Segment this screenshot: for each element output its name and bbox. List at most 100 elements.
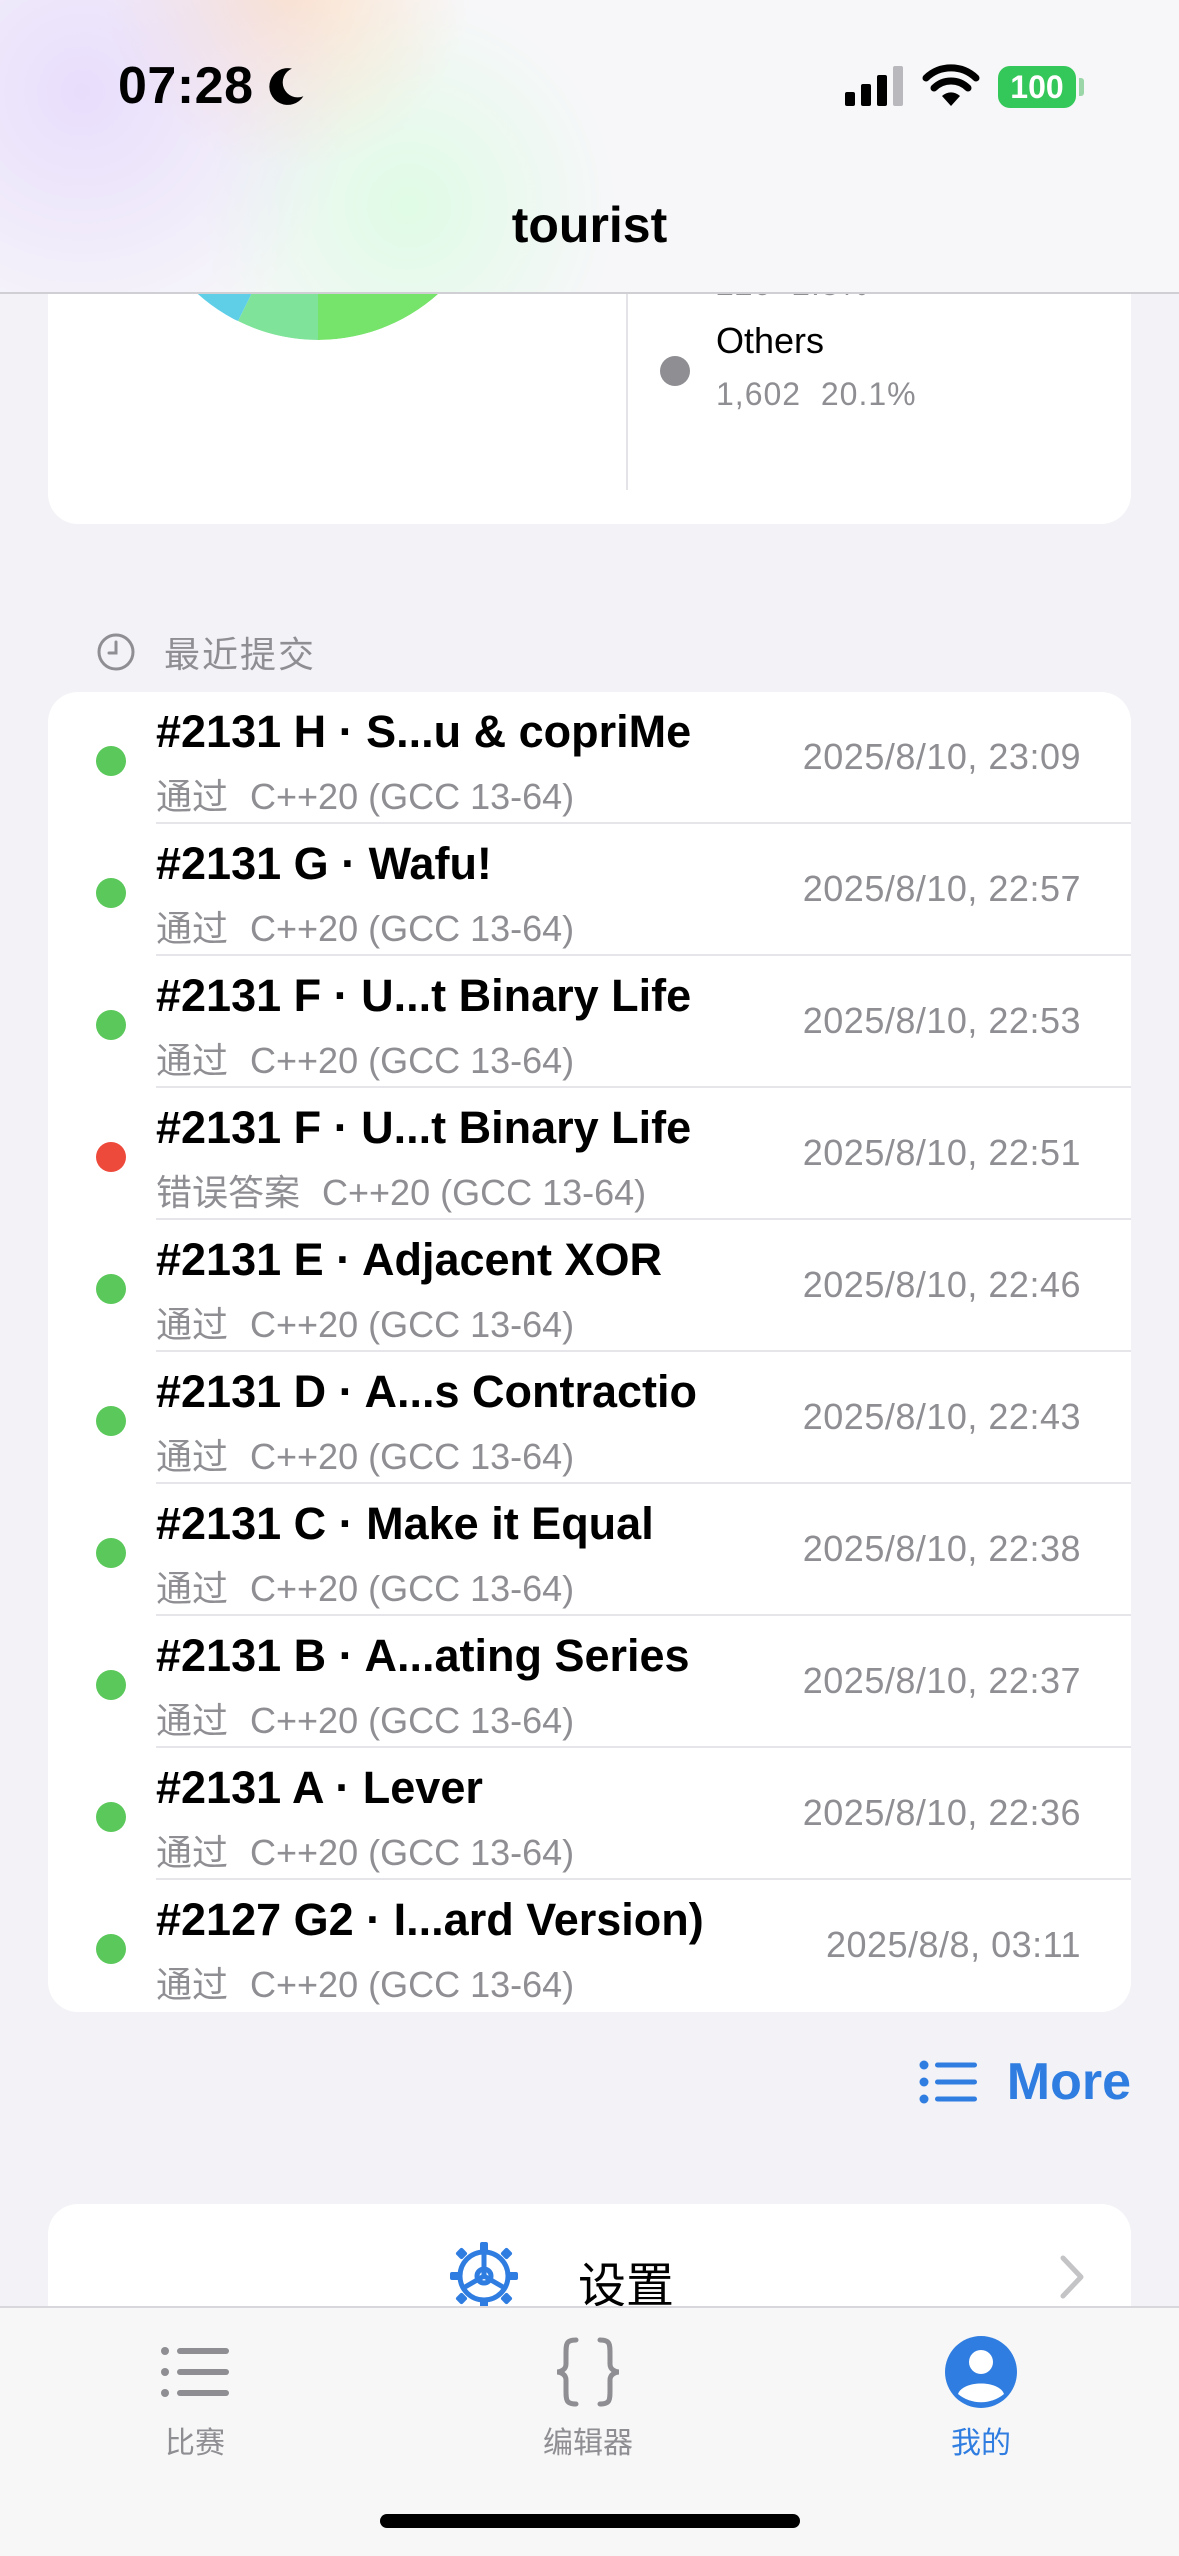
battery-nub	[1079, 78, 1084, 96]
list-icon	[161, 2347, 229, 2397]
legend-color-dot	[660, 356, 690, 386]
verdict-label: 通过	[156, 776, 229, 817]
submission-meta: 通过 C++20 (GCC 13-64)	[156, 1428, 574, 1480]
verdict-label: 通过	[156, 1304, 229, 1345]
wifi-icon	[922, 64, 980, 106]
problem-title: #2131 F · U...t Binary Life	[156, 970, 692, 1021]
submission-meta: 通过 C++20 (GCC 13-64)	[156, 1032, 574, 1084]
more-button[interactable]: More	[919, 2050, 1131, 2114]
verdict-label: 通过	[156, 1568, 229, 1609]
status-dot	[96, 1274, 126, 1304]
submission-row[interactable]: #2131 B · A...ating Series 通过 C++20 (GCC 1…	[48, 1616, 1131, 1748]
submission-time: 2025/8/10, 22:43	[802, 1396, 1081, 1437]
home-indicator	[380, 2514, 800, 2528]
chevron-right-icon	[1060, 2255, 1084, 2299]
recent-submissions-header: 最近提交	[96, 626, 316, 678]
status-dot	[96, 1010, 126, 1040]
status-dot	[96, 1406, 126, 1436]
submission-row[interactable]: #2131 D · A...s Contractio 通过 C++20 (GCC 1…	[48, 1352, 1131, 1484]
submission-row[interactable]: #2131 E · Adjacent XOR 通过 C++20 (GCC 13-64…	[48, 1220, 1131, 1352]
submission-time: 2025/8/10, 22:53	[802, 1000, 1081, 1041]
person-icon	[945, 2336, 1017, 2408]
tab-editor[interactable]: 编辑器	[478, 2332, 698, 2462]
submission-meta: 通过 C++20 (GCC 13-64)	[156, 1824, 574, 1876]
language-label: C++20 (GCC 13-64)	[250, 908, 575, 949]
verdict-label: 通过	[156, 1964, 229, 2005]
battery-indicator: 100	[998, 66, 1076, 108]
legend-stats: 1,602 20.1%	[716, 376, 917, 412]
problem-title: #2131 D · A...s Contractio	[156, 1366, 697, 1417]
status-dot	[96, 1934, 126, 1964]
submission-meta: 通过 C++20 (GCC 13-64)	[156, 1692, 574, 1744]
submission-time: 2025/8/8, 03:11	[825, 1924, 1081, 1965]
tab-profile[interactable]: 我的	[871, 2332, 1091, 2462]
verdict-label: 错误答案	[156, 1172, 301, 1213]
language-label: C++20 (GCC 13-64)	[250, 1304, 575, 1345]
submission-time: 2025/8/10, 22:38	[802, 1528, 1081, 1569]
status-dot	[96, 1802, 126, 1832]
status-dot	[96, 1142, 126, 1172]
verdict-label: 通过	[156, 908, 229, 949]
language-label: C++20 (GCC 13-64)	[250, 776, 575, 817]
tab-contests[interactable]: 比赛	[85, 2332, 305, 2462]
submission-time: 2025/8/10, 22:36	[802, 1792, 1081, 1833]
verdict-label: 通过	[156, 1832, 229, 1873]
problem-title: #2131 A · Lever	[156, 1762, 483, 1813]
section-label: 最近提交	[164, 634, 317, 675]
submission-row[interactable]: #2131 G · Wafu! 通过 C++20 (GCC 13-64) 2025/8…	[48, 824, 1131, 956]
language-label: C++20 (GCC 13-64)	[250, 1832, 575, 1873]
status-dot	[96, 1670, 126, 1700]
tab-label: 编辑器	[543, 2427, 633, 2460]
submission-time: 2025/8/10, 22:37	[802, 1660, 1081, 1701]
submission-time: 2025/8/10, 22:51	[802, 1132, 1081, 1173]
problem-title: #2131 G · Wafu!	[156, 838, 492, 889]
language-label: C++20 (GCC 13-64)	[250, 1040, 575, 1081]
braces-icon	[556, 2337, 620, 2407]
battery-level: 100	[1010, 68, 1064, 105]
language-label: C++20 (GCC 13-64)	[322, 1172, 647, 1213]
verdict-label: 通过	[156, 1700, 229, 1741]
submission-row[interactable]: #2131 H · S...u & copriMe 通过 C++20 (GCC 13…	[48, 692, 1131, 824]
problem-title: #2131 B · A...ating Series	[156, 1630, 690, 1681]
submission-meta: 通过 C++20 (GCC 13-64)	[156, 1296, 574, 1348]
cellular-signal-icon	[845, 66, 903, 106]
problem-title: #2131 F · U...t Binary Life	[156, 1102, 692, 1153]
submission-meta: 错误答案 C++20 (GCC 13-64)	[156, 1164, 646, 1216]
language-label: C++20 (GCC 13-64)	[250, 1700, 575, 1741]
language-label: C++20 (GCC 13-64)	[250, 1436, 575, 1477]
page-title: tourist	[511, 197, 668, 253]
gear-icon	[450, 2242, 518, 2310]
problem-title: #2127 G2 · I...ard Version)	[156, 1894, 704, 1945]
problem-title: #2131 E · Adjacent XOR	[156, 1234, 663, 1285]
problem-title: #2131 C · Make it Equal	[156, 1498, 654, 1549]
submission-meta: 通过 C++20 (GCC 13-64)	[156, 900, 574, 952]
legend-name: Others	[716, 320, 825, 361]
submission-row[interactable]: #2131 F · U...t Binary Life 通过 C++20 (GCC …	[48, 956, 1131, 1088]
moon-icon	[269, 68, 304, 105]
clock-icon	[97, 633, 135, 671]
submission-meta: 通过 C++20 (GCC 13-64)	[156, 1956, 574, 2008]
verdict-label: 通过	[156, 1040, 229, 1081]
problem-title: #2131 H · S...u & copriMe	[156, 706, 692, 757]
submission-row[interactable]: #2131 C · Make it Equal 通过 C++20 (GCC 13-6…	[48, 1484, 1131, 1616]
submission-row[interactable]: #2127 G2 · I...ard Version) 通过 C++20 (GCC …	[48, 1880, 1131, 2012]
list-icon	[919, 2060, 977, 2104]
recent-submissions-list: #2131 H · S...u & copriMe 通过 C++20 (GCC 13…	[48, 692, 1131, 2012]
submission-time: 2025/8/10, 22:57	[802, 868, 1081, 909]
more-label: More	[1006, 2053, 1131, 2111]
submission-meta: 通过 C++20 (GCC 13-64)	[156, 1560, 574, 1612]
verdict-label: 通过	[156, 1436, 229, 1477]
status-dot	[96, 1538, 126, 1568]
language-label: C++20 (GCC 13-64)	[250, 1568, 575, 1609]
submission-row[interactable]: #2131 A · Lever 通过 C++20 (GCC 13-64) 2025/8…	[48, 1748, 1131, 1880]
status-dot	[96, 746, 126, 776]
submission-time: 2025/8/10, 22:46	[802, 1264, 1081, 1305]
submission-time: 2025/8/10, 23:09	[802, 736, 1081, 777]
status-time: 07:28	[118, 57, 254, 115]
tab-label: 比赛	[165, 2427, 225, 2460]
navigation-header: 07:28 100 tourist	[0, 0, 1179, 294]
language-label: C++20 (GCC 13-64)	[250, 1964, 575, 2005]
status-dot	[96, 878, 126, 908]
tab-label: 我的	[951, 2427, 1011, 2460]
submission-row[interactable]: #2131 F · U...t Binary Life 错误答案 C++20 (GC…	[48, 1088, 1131, 1220]
